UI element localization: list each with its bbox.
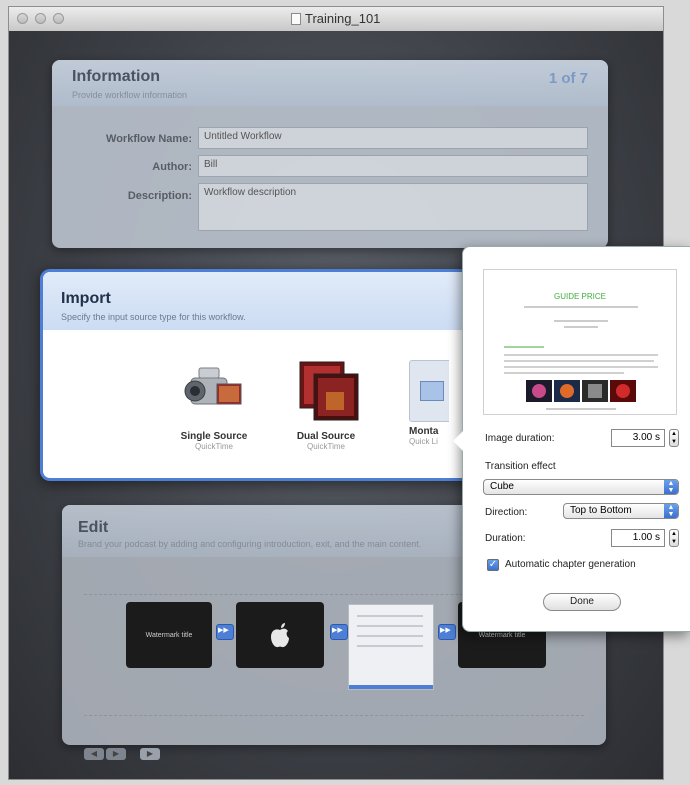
thumbnail-image [554,380,580,402]
workflow-name-label: Workflow Name: [106,133,192,145]
thumbnail-title: GUIDE PRICE [553,292,606,301]
next-button[interactable]: ▶ [106,748,126,760]
content-clip[interactable] [236,602,324,668]
transition-connector[interactable] [216,624,234,640]
zoom-window-button[interactable] [53,13,64,24]
step-indicator: 1 of 7 [548,70,588,87]
thumbnail-image [582,380,608,402]
author-label: Author: [152,161,192,173]
information-header: Information Provide workflow information… [52,60,608,106]
import-header: Import Specify the input source type for… [43,272,480,330]
montage-icon [409,360,449,422]
source-dual[interactable]: Dual Source QuickTime [281,360,371,451]
intro-clip[interactable]: Watermark title [126,602,212,668]
title-bar: Training_101 [9,7,663,32]
done-button[interactable]: Done [543,593,621,611]
transition-effect-value: Cube [490,481,514,492]
source-montage[interactable]: Monta Quick Li [389,360,449,446]
image-duration-stepper[interactable]: ▲ ▼ [669,429,679,447]
source-montage-name: Monta [409,426,439,437]
edit-subtitle: Brand your podcast by adding and configu… [78,539,422,549]
montage-clip[interactable] [348,604,434,690]
direction-label: Direction: [485,507,528,518]
montage-settings-popover[interactable]: GUIDE PRICE Image duration: 3.00 s ▲ ▼ Tr… [453,246,690,632]
information-panel[interactable]: Information Provide workflow information… [52,60,608,248]
import-panel[interactable]: Import Specify the input source type for… [40,269,480,481]
transition-effect-label: Transition effect [485,461,556,472]
auto-chapter-label: Automatic chapter generation [505,559,636,570]
popup-arrows-icon: ▲ ▼ [664,480,678,494]
slide-thumbnail: GUIDE PRICE [483,269,677,415]
document-icon [291,13,301,25]
duration-field[interactable]: 1.00 s [611,529,665,547]
source-dual-sub: QuickTime [307,442,345,451]
import-title: Import [61,290,111,307]
duration-label: Duration: [485,533,526,544]
window-title: Training_101 [305,11,381,26]
direction-value: Top to Bottom [570,505,632,516]
edit-title: Edit [78,519,109,536]
camcorder-icon [184,367,242,405]
duration-stepper[interactable]: ▲ ▼ [669,529,679,547]
workflow-name-field[interactable]: Untitled Workflow [198,127,588,149]
description-label: Description: [127,190,192,202]
previous-button[interactable]: ◀ [84,748,104,760]
apple-logo-icon [271,623,289,648]
direction-select[interactable]: Top to Bottom ▲ ▼ [563,503,679,519]
source-single-name: Single Source [180,431,248,442]
transition-connector[interactable] [330,624,348,640]
source-montage-sub: Quick Li [409,437,438,446]
auto-chapter-checkbox[interactable]: ✓ [487,559,499,571]
image-duration-field[interactable]: 3.00 s [611,429,665,447]
description-field[interactable]: Workflow description [198,183,588,231]
import-subtitle: Specify the input source type for this w… [61,312,246,322]
author-field[interactable]: Bill [198,155,588,177]
popup-arrows-icon: ▲ ▼ [664,504,678,518]
thumbnail-image [610,380,636,402]
information-title: Information [72,68,160,85]
transition-effect-select[interactable]: Cube ▲ ▼ [483,479,679,495]
information-subtitle: Provide workflow information [72,90,188,100]
image-duration-label: Image duration: [485,433,555,444]
minimize-window-button[interactable] [35,13,46,24]
play-button[interactable]: ▶ [140,748,160,760]
transition-connector[interactable] [438,624,456,640]
dual-source-icon [299,361,359,421]
source-single-sub: QuickTime [195,442,233,451]
source-dual-name: Dual Source [296,431,356,442]
thumbnail-image [526,380,552,402]
source-single[interactable]: Single Source QuickTime [169,360,259,451]
close-window-button[interactable] [17,13,28,24]
